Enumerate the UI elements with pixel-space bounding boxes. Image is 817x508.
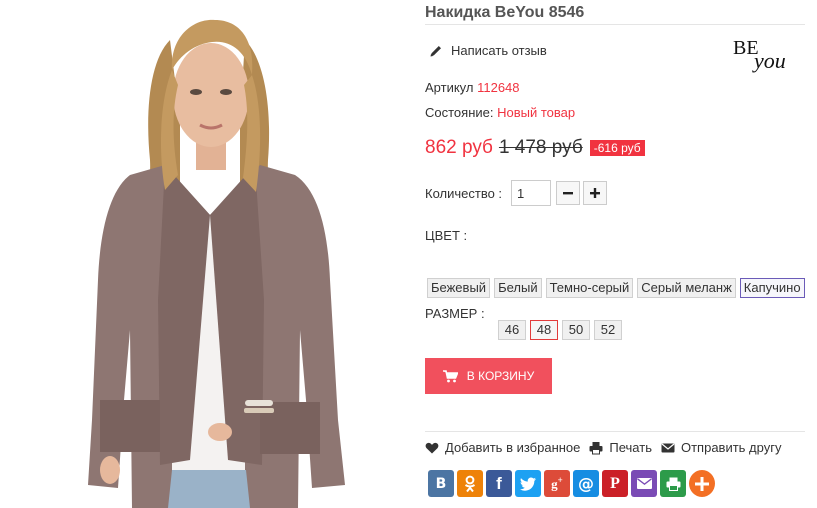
plus-icon (590, 188, 601, 198)
twitter-icon (520, 477, 536, 491)
size-options: 46 48 50 52 (498, 320, 622, 340)
divider (425, 431, 805, 432)
odnoklassniki-share-button[interactable] (457, 470, 483, 497)
add-to-cart-label: В КОРЗИНУ (466, 369, 535, 383)
quantity-label: Количество : (425, 185, 503, 201)
price-row: 862 руб 1 478 руб -616 руб (425, 137, 645, 159)
divider (425, 24, 805, 25)
googleplus-icon: g+ (551, 474, 563, 492)
brand-logo-mark: BE you (733, 37, 786, 73)
write-review-label: Написать отзыв (451, 43, 547, 58)
quantity-increase-button[interactable] (583, 181, 608, 205)
envelope-icon (661, 443, 675, 452)
printer-share-icon (666, 477, 680, 491)
product-info-panel: Накидка BeYou 8546 BE you Написать отзыв… (425, 0, 817, 508)
current-price: 862 руб (425, 137, 493, 158)
printer-icon (589, 441, 603, 454)
facebook-share-button[interactable]: f (486, 470, 512, 497)
send-to-friend-link[interactable]: Отправить другу (661, 440, 781, 455)
email-icon (636, 478, 652, 489)
condition-label: Состояние: (425, 105, 494, 120)
send-to-friend-label: Отправить другу (680, 440, 782, 455)
write-review-link[interactable]: Написать отзыв (429, 43, 547, 58)
sku-row: Артикул 112648 (425, 80, 520, 95)
product-photo-illustration (88, 19, 345, 508)
color-option-belyi[interactable]: Белый (494, 278, 542, 298)
print-label: Печать (609, 440, 652, 455)
add-to-cart-button[interactable]: В КОРЗИНУ (425, 358, 552, 394)
color-option-kapuchino[interactable]: Капучино (739, 278, 805, 298)
svg-text:you: you (752, 48, 786, 73)
color-option-seryi-melanzh[interactable]: Серый меланж (637, 278, 736, 298)
size-option-52[interactable]: 52 (594, 320, 622, 340)
size-label: РАЗМЕР : (425, 306, 485, 321)
mailru-icon: @ (578, 474, 594, 493)
sku-value: 112648 (477, 80, 520, 95)
add-to-wishlist-link[interactable]: Добавить в избранное (425, 440, 580, 455)
add-to-wishlist-label: Добавить в избранное (445, 440, 581, 455)
condition-row: Состояние: Новый товар (425, 105, 575, 120)
googleplus-share-button[interactable]: g+ (544, 470, 570, 497)
pinterest-share-button[interactable]: P (602, 470, 628, 497)
quantity-input[interactable] (511, 180, 552, 206)
sku-label: Артикул (425, 80, 474, 95)
social-share-bar: B f g+ @ P (428, 470, 715, 497)
email-share-button[interactable] (631, 470, 657, 497)
facebook-icon: f (496, 473, 502, 493)
twitter-share-button[interactable] (515, 470, 541, 497)
size-option-50[interactable]: 50 (562, 320, 590, 340)
pinterest-icon: P (610, 474, 620, 492)
size-option-48[interactable]: 48 (530, 320, 558, 340)
beyou-brand-logo[interactable]: BE you (732, 30, 803, 80)
print-share-button[interactable] (660, 470, 686, 497)
discount-badge: -616 руб (589, 140, 645, 156)
old-price: 1 478 руб (498, 137, 583, 158)
size-option-46[interactable]: 46 (498, 320, 526, 340)
pencil-icon (430, 45, 441, 56)
print-link[interactable]: Печать (589, 440, 652, 455)
color-options: Бежевый Белый Темно-серый Серый меланж К… (427, 278, 805, 298)
cart-icon (442, 369, 458, 382)
color-label: ЦВЕТ : (425, 228, 468, 243)
heart-icon (425, 442, 439, 453)
condition-value: Новый товар (497, 105, 576, 120)
quantity-row: Количество : (425, 180, 608, 206)
product-image[interactable] (0, 0, 410, 508)
quantity-decrease-button[interactable] (556, 181, 581, 205)
vkontakte-icon: B (435, 475, 447, 492)
product-title: Накидка BeYou 8546 (425, 4, 585, 21)
odnoklassniki-icon (464, 475, 476, 492)
mailru-share-button[interactable]: @ (573, 470, 599, 497)
vkontakte-share-button[interactable]: B (428, 470, 454, 497)
plus-share-icon (695, 476, 709, 491)
product-actions: Добавить в избранное Печать Отправить др… (425, 440, 790, 455)
color-option-bezhevyi[interactable]: Бежевый (427, 278, 491, 298)
more-share-button[interactable] (689, 470, 715, 497)
minus-icon (563, 192, 574, 195)
color-option-temno-seryi[interactable]: Темно-серый (545, 278, 634, 298)
